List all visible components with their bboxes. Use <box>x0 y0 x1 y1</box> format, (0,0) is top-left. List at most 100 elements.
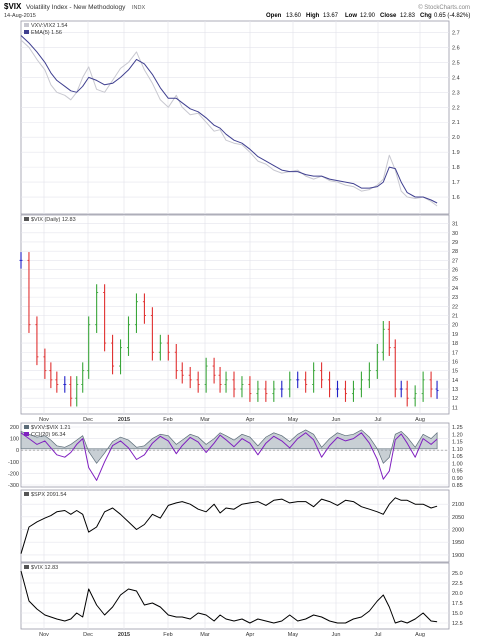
legend-swatch <box>24 492 29 496</box>
ytick-label: 13 <box>452 387 458 393</box>
symbol-label: $VIX <box>4 2 22 11</box>
ytick-label: 2.2 <box>452 105 460 111</box>
legend-swatch <box>24 565 29 569</box>
month-label: Dec <box>83 417 93 423</box>
legend-label: $VIX 12.83 <box>31 565 58 571</box>
month-label: Apr <box>246 417 255 423</box>
month-label: Jun <box>332 417 341 423</box>
ytick-right-label: 1.15 <box>452 440 463 446</box>
panel-indicator: 200 100 0 -100 -200 -300 1.251.20 1.151.101.051… <box>8 422 463 489</box>
month-label: Dec <box>83 632 93 638</box>
ytick-label: 17 <box>452 350 458 356</box>
month-label: Feb <box>163 632 172 638</box>
ytick-label: 20 <box>452 323 458 329</box>
ytick-label: 2100 <box>452 502 464 508</box>
month-label: Aug <box>415 417 425 423</box>
panel-frame <box>20 20 450 215</box>
ytick-label: 1.7 <box>452 180 460 186</box>
legend-swatch <box>24 217 29 221</box>
legend-swatch <box>24 432 29 436</box>
ytick-label: 2.7 <box>452 30 460 36</box>
legend-label: VXV:VIX2 1.54 <box>31 23 68 29</box>
legend-label: $VIX (Daily) 12.83 <box>31 217 76 223</box>
legend-label: $SPX 2091.54 <box>31 492 66 498</box>
chg-label: Chg <box>420 13 432 19</box>
legend-swatch <box>24 425 29 429</box>
ytick-label: 11 <box>452 405 458 411</box>
chart-header: $VIX Volatility Index - New Methodology … <box>4 2 470 19</box>
ytick-label: 0 <box>16 448 19 454</box>
ytick-right-label: 0.85 <box>452 483 463 489</box>
ytick-label: 22.5 <box>452 581 463 587</box>
ytick-label: 2.0 <box>452 135 460 141</box>
high-label: High <box>306 13 320 19</box>
ytick-label: 2050 <box>452 515 464 521</box>
ytick-label: 200 <box>10 425 19 431</box>
month-label: Apr <box>246 632 255 638</box>
ytick-label: 2.5 <box>452 60 460 66</box>
legend-label: CCI(20) 96.34 <box>31 432 66 438</box>
legend-label: EMA(5) 1.56 <box>31 30 62 36</box>
ytick-label: 30 <box>452 231 458 237</box>
open-label: Open <box>266 13 282 19</box>
ytick-label: 19 <box>452 332 458 338</box>
ytick-label: 26 <box>452 268 458 274</box>
ytick-label: -200 <box>8 471 19 477</box>
ytick-right-label: 0.95 <box>452 469 463 475</box>
panel-frame <box>20 489 450 563</box>
month-label: 2015 <box>118 632 130 638</box>
month-label: Mar <box>200 632 210 638</box>
panel-price: 31 30 29 28 27 26 25 24 23 22 21 20 19 18 17 16 15 14 13 12… <box>19 214 458 423</box>
ytick-label: 15.0 <box>452 611 463 617</box>
ytick-label: 25 <box>452 277 458 283</box>
ytick-label: 1.6 <box>452 195 460 201</box>
legend-label: $VXV:$VIX 1.21 <box>31 425 71 431</box>
ytick-label: 14 <box>452 378 458 384</box>
low-value: 12.90 <box>360 13 376 19</box>
panel-vix: 25.0 22.5 20.0 17.5 15.0 12.5 $VIX 12.83 Nov Dec… <box>20 562 463 638</box>
month-label: Mar <box>200 417 210 423</box>
ytick-label: 2.3 <box>452 90 460 96</box>
month-label: Jul <box>374 417 381 423</box>
panel-frame <box>20 214 450 415</box>
ytick-label: 22 <box>452 304 458 310</box>
high-value: 13.67 <box>323 13 339 19</box>
panel-spx: 2100 2050 2000 1950 1900 $SPX 2091.54 <box>20 489 464 563</box>
chg-value: 0.65 (-4.82%) <box>434 13 470 19</box>
description-label: Volatility Index - New Methodology <box>26 4 126 11</box>
ytick-label: 2.1 <box>452 120 460 126</box>
stockchart-svg: $VIX Volatility Index - New Methodology … <box>4 2 470 638</box>
ytick-label: 23 <box>452 295 458 301</box>
month-label: May <box>288 417 299 423</box>
stockchart: $VIX Volatility Index - New Methodology … <box>0 0 477 640</box>
ytick-label: 1950 <box>452 540 464 546</box>
panel-ratio: 2.7 2.6 2.5 2.4 2.3 2.2 2.1 2.0 1.9 1.8 1.7 1.6 VXV:… <box>20 20 460 215</box>
close-label: Close <box>380 13 397 19</box>
month-label: Feb <box>163 417 172 423</box>
ytick-label: 31 <box>452 222 458 228</box>
legend-swatch <box>24 23 29 27</box>
ytick-label: 15 <box>452 369 458 375</box>
ytick-label: 28 <box>452 249 458 255</box>
ytick-label: -100 <box>8 460 19 466</box>
ytick-right-label: 1.05 <box>452 454 463 460</box>
exchange-label: INDX <box>132 5 145 11</box>
ytick-label: 100 <box>10 437 19 443</box>
month-label: May <box>288 632 299 638</box>
ytick-label: 21 <box>452 314 458 320</box>
legend-swatch <box>24 30 29 34</box>
date-label: 14-Aug-2015 <box>4 13 36 19</box>
ytick-label: 17.5 <box>452 601 463 607</box>
low-label: Low <box>345 13 357 19</box>
ytick-right-label: 1.10 <box>452 447 463 453</box>
ytick-label: 25.0 <box>452 571 463 577</box>
month-label: Nov <box>39 417 49 423</box>
ytick-label: 1.8 <box>452 165 460 171</box>
ytick-label: 12.5 <box>452 621 463 627</box>
ytick-label: 29 <box>452 240 458 246</box>
ytick-right-label: 0.90 <box>452 476 463 482</box>
source-label: © StockCharts.com <box>418 4 470 11</box>
ytick-label: 16 <box>452 359 458 365</box>
close-value: 12.83 <box>400 13 416 19</box>
ytick-label: 20.0 <box>452 591 463 597</box>
